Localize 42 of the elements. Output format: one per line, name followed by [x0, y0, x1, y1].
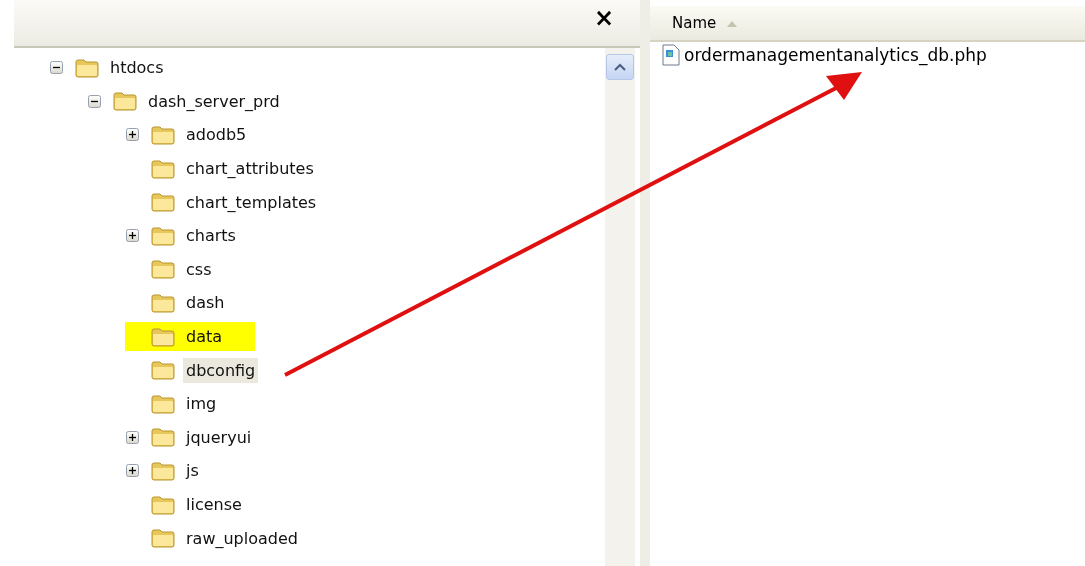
folder-label[interactable]: dash — [183, 290, 228, 316]
folder-label[interactable]: chart_templates — [183, 189, 320, 215]
folder-icon — [151, 225, 175, 246]
folder-label[interactable]: chart_attributes — [183, 156, 317, 182]
expand-toggle[interactable] — [126, 464, 139, 478]
file-name[interactable]: ordermanagementanalytics_db.php — [684, 45, 987, 65]
folder-label[interactable]: img — [183, 391, 220, 417]
folder-label[interactable]: adodb5 — [183, 122, 250, 148]
name-column-header[interactable]: Name — [672, 14, 739, 32]
folder-icon — [151, 494, 175, 515]
folder-icon — [151, 360, 175, 381]
folder-icon — [151, 158, 175, 179]
folder-label[interactable]: dbconfig — [183, 357, 259, 383]
folder-label[interactable]: raw_uploaded — [183, 525, 301, 551]
scroll-up-button[interactable] — [606, 54, 634, 80]
expand-toggle[interactable] — [126, 229, 139, 243]
folder-icon — [151, 427, 175, 448]
folder-icon — [151, 125, 175, 145]
folder-icon — [75, 57, 99, 78]
collapse-toggle[interactable] — [50, 61, 63, 75]
expand-toggle[interactable] — [126, 128, 139, 142]
close-button[interactable]: × — [587, 6, 620, 30]
folder-label[interactable]: js — [183, 458, 202, 484]
folder-label[interactable]: license — [183, 492, 245, 517]
folder-icon — [151, 528, 175, 549]
folder-label[interactable]: css — [183, 256, 215, 282]
collapse-toggle[interactable] — [88, 94, 101, 108]
folder-icon — [151, 259, 175, 280]
folder-icon — [151, 393, 175, 414]
folder-icon — [151, 192, 175, 213]
php-file-icon — [662, 44, 680, 66]
folder-label[interactable]: htdocs — [107, 55, 167, 81]
folder-label[interactable]: charts — [183, 223, 239, 249]
folder-icon — [151, 460, 175, 481]
folder-label[interactable]: data — [183, 324, 226, 350]
chevron-up-icon — [614, 63, 626, 71]
folder-label[interactable]: dash_server_prd — [145, 88, 283, 114]
folder-icon — [151, 292, 175, 313]
expand-toggle[interactable] — [126, 430, 139, 444]
folder-icon — [113, 91, 137, 112]
folder-label[interactable]: jqueryui — [183, 424, 255, 450]
folder-icon — [151, 326, 175, 347]
